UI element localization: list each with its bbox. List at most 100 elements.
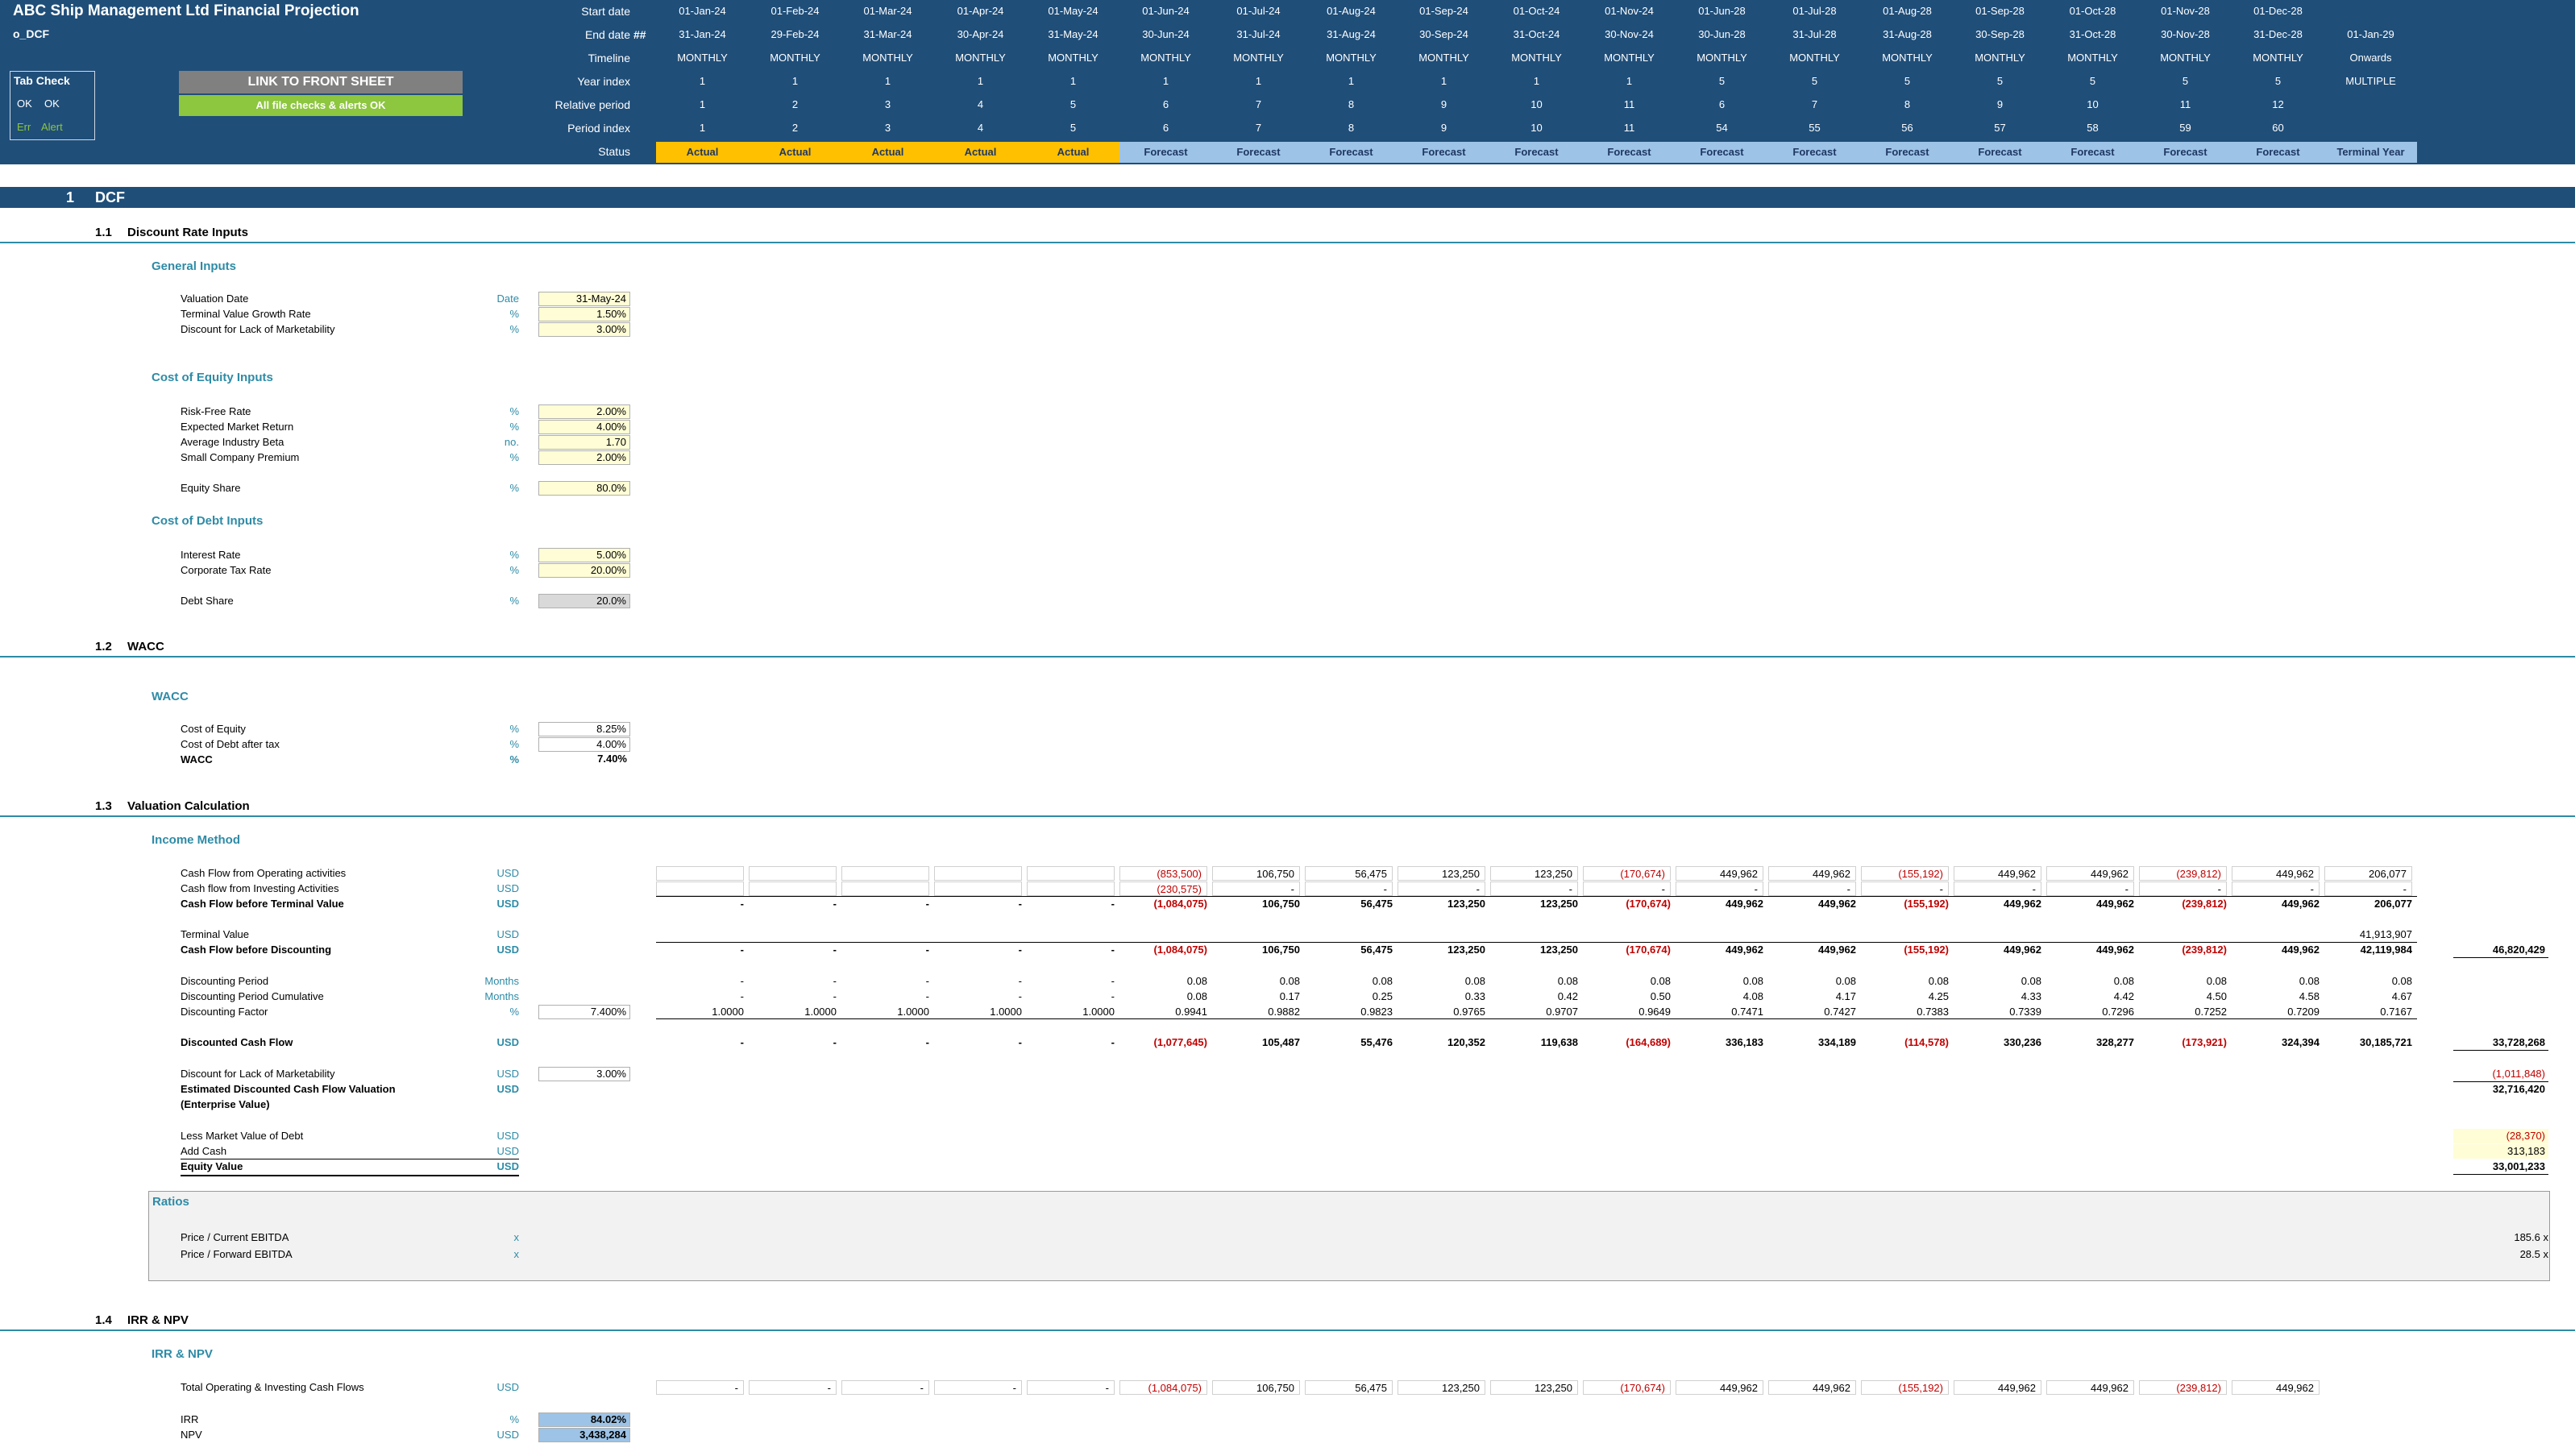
- dp-cell: 0.08: [2021, 975, 2041, 987]
- dp-cell: 0.08: [1928, 975, 1949, 987]
- toicf-cell: -: [656, 1380, 744, 1395]
- header-timeline-cell: MONTHLY: [1975, 52, 2025, 64]
- header-start-cell: 01-Aug-24: [1327, 5, 1376, 17]
- header-period-cell: 6: [1162, 122, 1169, 134]
- dlom-label: Discount for Lack of Marketability: [181, 1068, 335, 1080]
- input-cell[interactable]: 1.50%: [538, 307, 630, 321]
- cfbt-unit: USD: [496, 898, 519, 910]
- cfbt-cell: 449,962: [1726, 898, 1763, 910]
- status-cell-forecast: Forecast: [2232, 142, 2324, 163]
- toicf-cell: (170,674): [1583, 1380, 1671, 1395]
- dpc-cell: 4.42: [2113, 990, 2134, 1002]
- label-relative-period: Relative period: [554, 98, 630, 111]
- equity-share-input[interactable]: 80.0%: [538, 481, 630, 496]
- dcf-cell: -: [1111, 1036, 1115, 1048]
- header-period-cell: 60: [2272, 122, 2284, 134]
- dp-cell: -: [1018, 975, 1022, 987]
- header-end-cell: 30-Nov-28: [2161, 28, 2210, 40]
- ratios-heading: Ratios: [152, 1195, 189, 1209]
- subsection-1-4-rule: [0, 1329, 2575, 1331]
- df-cell: 0.9941: [1175, 1006, 1207, 1018]
- header-end-cell: 31-Mar-24: [863, 28, 912, 40]
- tv-cell: [2139, 927, 2232, 942]
- header-timeline-cell: MONTHLY: [1233, 52, 1284, 64]
- df-cell: 0.9707: [1546, 1006, 1578, 1018]
- row-label: Average Industry Beta: [181, 436, 284, 448]
- eq-total: 33,001,233: [2453, 1159, 2548, 1175]
- cfbd-cell: 449,962: [2004, 944, 2041, 956]
- header-start-cell: 01-Aug-28: [1883, 5, 1932, 17]
- input-cell[interactable]: 4.00%: [538, 420, 630, 434]
- cfbd-cell: 449,962: [2282, 944, 2320, 956]
- cfbt-cell: 123,250: [1540, 898, 1578, 910]
- cfo-cell: 56,475: [1305, 866, 1393, 881]
- input-cell[interactable]: 1.70: [538, 435, 630, 450]
- cfbd-cell: (155,192): [1904, 944, 1949, 956]
- header-period-cell: 56: [1901, 122, 1913, 134]
- row-unit: %: [509, 421, 519, 433]
- row-unit: %: [509, 451, 519, 463]
- cfbt-cell: 449,962: [2282, 898, 2320, 910]
- header-start-cell: 01-Nov-24: [1605, 5, 1654, 17]
- df-unit: %: [509, 1006, 519, 1018]
- header-timeline-cell: MONTHLY: [1604, 52, 1655, 64]
- input-cell[interactable]: 31-May-24: [538, 292, 630, 306]
- dp-cell: -: [1111, 975, 1115, 987]
- df-input[interactable]: 7.400%: [538, 1005, 630, 1019]
- tv-cell: [2232, 927, 2324, 942]
- input-cell[interactable]: 20.00%: [538, 563, 630, 578]
- subsection-1-2-title: WACC: [127, 640, 164, 653]
- label-end-date: End date: [584, 28, 630, 41]
- header-period-cell: 1: [699, 122, 706, 134]
- input-cell[interactable]: 2.00%: [538, 404, 630, 419]
- header-rel-cell: 7: [1811, 98, 1818, 110]
- cfi-cell: [1027, 881, 1115, 896]
- cfbt-cell: 449,962: [2004, 898, 2041, 910]
- link-to-front-sheet-button[interactable]: LINK TO FRONT SHEET: [179, 71, 463, 93]
- dp-cell: 0.08: [2113, 975, 2134, 987]
- cfbd-cell: -: [925, 944, 929, 956]
- dcf-cell: 120,352: [1447, 1036, 1485, 1048]
- row-label: Cost of Equity: [181, 723, 246, 735]
- header-year-cell: 5: [2182, 75, 2189, 87]
- cfo-cell: (170,674): [1583, 866, 1671, 881]
- header-start-cell: 01-Oct-24: [1513, 5, 1560, 17]
- status-cell-forecast: Forecast: [1119, 142, 1212, 163]
- dp-cell: 0.08: [1650, 975, 1671, 987]
- df-cell: 0.7383: [1917, 1006, 1949, 1018]
- header-rel-cell: 9: [1440, 98, 1447, 110]
- input-cell[interactable]: 2.00%: [538, 450, 630, 465]
- dpc-cell: 4.58: [2299, 990, 2320, 1002]
- tv-cell: [749, 927, 841, 942]
- input-cell: 4.00%: [538, 737, 630, 752]
- dcf-total: 33,728,268: [2453, 1035, 2548, 1051]
- dlom-input[interactable]: 3.00%: [538, 1067, 630, 1081]
- row-label: Corporate Tax Rate: [181, 564, 272, 576]
- cfo-cell: (155,192): [1861, 866, 1949, 881]
- row-label: Terminal Value Growth Rate: [181, 308, 311, 320]
- cfbt-cell: (155,192): [1904, 898, 1949, 910]
- input-cell[interactable]: 5.00%: [538, 548, 630, 562]
- cash-total: 313,183: [2453, 1144, 2548, 1159]
- dp-unit: Months: [484, 975, 519, 987]
- header-rel-cell: 5: [1069, 98, 1077, 110]
- npv-value: 3,438,284: [538, 1428, 630, 1442]
- dcf-cell: (1,077,645): [1153, 1036, 1208, 1048]
- subsection-1-4-title: IRR & NPV: [127, 1313, 189, 1327]
- dpc-cell: -: [833, 990, 837, 1002]
- header-end-cell: 31-Dec-28: [2253, 28, 2303, 40]
- cfbt-cell: -: [1018, 898, 1022, 910]
- toicf-cell: 449,962: [2046, 1380, 2134, 1395]
- header-year-cell: MULTIPLE: [2345, 75, 2396, 87]
- input-cell[interactable]: 3.00%: [538, 322, 630, 337]
- status-cell-forecast: Forecast: [1490, 142, 1583, 163]
- cost-of-debt-heading: Cost of Debt Inputs: [152, 514, 264, 528]
- dp-cell: 0.08: [1557, 975, 1578, 987]
- cfo-cell: [749, 866, 837, 881]
- header-year-cell: 1: [1440, 75, 1447, 87]
- header-year-cell: 5: [2089, 75, 2096, 87]
- header-year-cell: 5: [1718, 75, 1726, 87]
- header-year-cell: 1: [791, 75, 799, 87]
- cfbt-cell: 449,962: [2096, 898, 2134, 910]
- header-start-cell: 01-Oct-28: [2069, 5, 2116, 17]
